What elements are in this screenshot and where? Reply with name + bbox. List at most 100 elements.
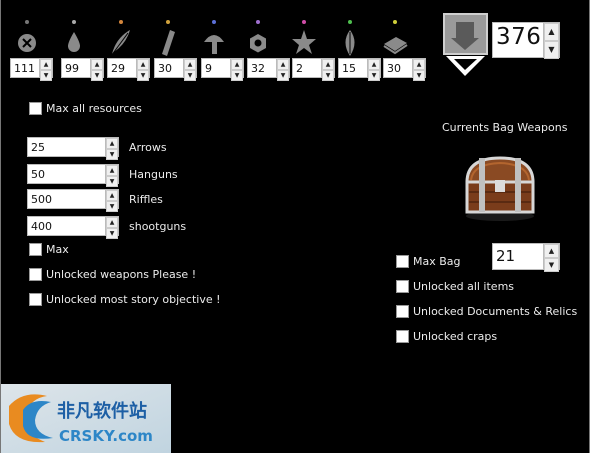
weapon-ammo-stepper[interactable]: 25 ▲ ▼	[27, 137, 119, 160]
resource-value[interactable]: 32	[248, 59, 276, 77]
unlock-all-items-checkbox[interactable]	[396, 280, 409, 293]
max-bag-value[interactable]: 21	[493, 244, 543, 269]
weapon-ammo-value[interactable]: 400	[28, 217, 105, 235]
resource-stepper[interactable]: 2 ▲ ▼	[292, 58, 335, 81]
mushroom-icon	[201, 18, 227, 60]
resource-stepper[interactable]: 29 ▲ ▼	[107, 58, 150, 81]
resource-color-dot	[72, 20, 76, 24]
resource-color-dot	[212, 20, 216, 24]
increment-arrow-icon[interactable]: ▲	[322, 59, 334, 70]
increment-arrow-icon[interactable]: ▲	[544, 244, 559, 258]
resource-stepper[interactable]: 30 ▲ ▼	[383, 58, 426, 81]
weapon-ammo-value[interactable]: 500	[28, 190, 105, 208]
weapon-label: Arrows	[129, 141, 167, 154]
max-all-resources-checkbox[interactable]	[29, 102, 42, 115]
resource-color-dot	[256, 20, 260, 24]
increment-arrow-icon[interactable]: ▲	[106, 138, 118, 149]
decrement-arrow-icon[interactable]: ▼	[413, 70, 425, 81]
hexagon-nut-icon	[245, 18, 271, 60]
decrement-arrow-icon[interactable]: ▼	[106, 149, 118, 160]
crsky-watermark: 非凡软件站 CRSKY.com	[1, 384, 171, 453]
decrement-arrow-icon[interactable]: ▼	[277, 70, 289, 81]
decrement-arrow-icon[interactable]: ▼	[322, 70, 334, 81]
decrement-arrow-icon[interactable]: ▼	[137, 70, 149, 81]
decrement-arrow-icon[interactable]: ▼	[106, 228, 118, 239]
unlock-documents-label: Unlocked Documents & Relics	[413, 305, 578, 318]
weapon-label: Riffles	[129, 193, 163, 206]
resource-stepper[interactable]: 32 ▲ ▼	[247, 58, 290, 81]
increment-arrow-icon[interactable]: ▲	[137, 59, 149, 70]
resource-value[interactable]: 29	[108, 59, 136, 77]
resource-value[interactable]: 99	[62, 59, 90, 77]
weapon-label: Hanguns	[129, 168, 178, 181]
unlock-story-checkbox[interactable]	[29, 293, 42, 306]
weapon-ammo-value[interactable]: 25	[28, 138, 105, 156]
decrement-arrow-icon[interactable]: ▼	[368, 70, 380, 81]
increment-arrow-icon[interactable]: ▲	[106, 165, 118, 176]
treasure-chest-icon	[457, 150, 543, 222]
weapon-ammo-stepper[interactable]: 500 ▲ ▼	[27, 189, 119, 212]
total-points-stepper[interactable]: 376 ▲ ▼	[492, 22, 560, 59]
resource-value[interactable]: 15	[339, 59, 367, 77]
unlock-craps-checkbox[interactable]	[396, 330, 409, 343]
max-bag-label: Max Bag	[413, 255, 461, 268]
decrement-arrow-icon[interactable]: ▼	[544, 258, 559, 272]
resource-value[interactable]: 30	[384, 59, 412, 77]
leaf-icon	[337, 18, 363, 60]
resource-color-dot	[393, 20, 397, 24]
drop-icon	[61, 18, 87, 60]
trainer-window: 111 ▲ ▼ 99 ▲ ▼ 29 ▲ ▼ 30 ▲ ▼ 9 ▲ ▼ 32 ▲ ▼ 2 ▲ ▼ 15 ▲ ▼ 30 ▲ ▼ 376 …	[0, 0, 590, 453]
resource-value[interactable]: 111	[11, 59, 39, 77]
increment-arrow-icon[interactable]: ▲	[106, 217, 118, 228]
resource-stepper[interactable]: 30 ▲ ▼	[154, 58, 197, 81]
increment-arrow-icon[interactable]: ▲	[91, 59, 103, 70]
increment-arrow-icon[interactable]: ▲	[368, 59, 380, 70]
feather-icon	[108, 18, 134, 60]
weapon-ammo-value[interactable]: 50	[28, 165, 105, 183]
bag-section-title: Currents Bag Weapons	[442, 121, 568, 134]
resource-color-dot	[348, 20, 352, 24]
resource-stepper[interactable]: 15 ▲ ▼	[338, 58, 381, 81]
unlock-weapons-checkbox[interactable]	[29, 268, 42, 281]
max-all-resources-label: Max all resources	[46, 102, 142, 115]
resource-stepper[interactable]: 9 ▲ ▼	[201, 58, 244, 81]
max-weapons-checkbox[interactable]	[29, 243, 42, 256]
increment-arrow-icon[interactable]: ▲	[184, 59, 196, 70]
decrement-arrow-icon[interactable]: ▼	[231, 70, 243, 81]
increment-arrow-icon[interactable]: ▲	[231, 59, 243, 70]
watermark-brand: 非凡软件站	[57, 400, 147, 422]
weapon-ammo-stepper[interactable]: 400 ▲ ▼	[27, 216, 119, 239]
resource-stepper[interactable]: 111 ▲ ▼	[10, 58, 53, 81]
resource-color-dot	[302, 20, 306, 24]
increment-arrow-icon[interactable]: ▲	[40, 59, 52, 70]
resource-color-dot	[166, 20, 170, 24]
weapon-label: shootguns	[129, 220, 187, 233]
max-bag-checkbox[interactable]	[396, 255, 409, 268]
unlock-weapons-label: Unlocked weapons Please !	[46, 268, 197, 281]
increment-arrow-icon[interactable]: ▲	[544, 23, 559, 41]
crossed-circle-icon	[14, 18, 40, 60]
decrement-arrow-icon[interactable]: ▼	[91, 70, 103, 81]
decrement-arrow-icon[interactable]: ▼	[106, 176, 118, 187]
weapon-ammo-stepper[interactable]: 50 ▲ ▼	[27, 164, 119, 187]
total-points-value[interactable]: 376	[493, 23, 543, 57]
increment-arrow-icon[interactable]: ▲	[413, 59, 425, 70]
resource-color-dot	[25, 20, 29, 24]
decrement-arrow-icon[interactable]: ▼	[184, 70, 196, 81]
resource-value[interactable]: 30	[155, 59, 183, 77]
decrement-arrow-icon[interactable]: ▼	[106, 201, 118, 212]
resource-stepper[interactable]: 99 ▲ ▼	[61, 58, 104, 81]
collect-down-icon	[442, 12, 489, 78]
unlock-story-label: Unlocked most story objective !	[46, 293, 221, 306]
unlock-documents-checkbox[interactable]	[396, 305, 409, 318]
resource-value[interactable]: 2	[293, 59, 321, 77]
book-icon	[382, 18, 408, 60]
decrement-arrow-icon[interactable]: ▼	[40, 70, 52, 81]
unlock-all-items-label: Unlocked all items	[413, 280, 515, 293]
decrement-arrow-icon[interactable]: ▼	[544, 41, 559, 59]
resource-value[interactable]: 9	[202, 59, 230, 77]
resource-color-dot	[119, 20, 123, 24]
increment-arrow-icon[interactable]: ▲	[106, 190, 118, 201]
max-bag-stepper[interactable]: 21 ▲ ▼	[492, 243, 560, 272]
increment-arrow-icon[interactable]: ▲	[277, 59, 289, 70]
